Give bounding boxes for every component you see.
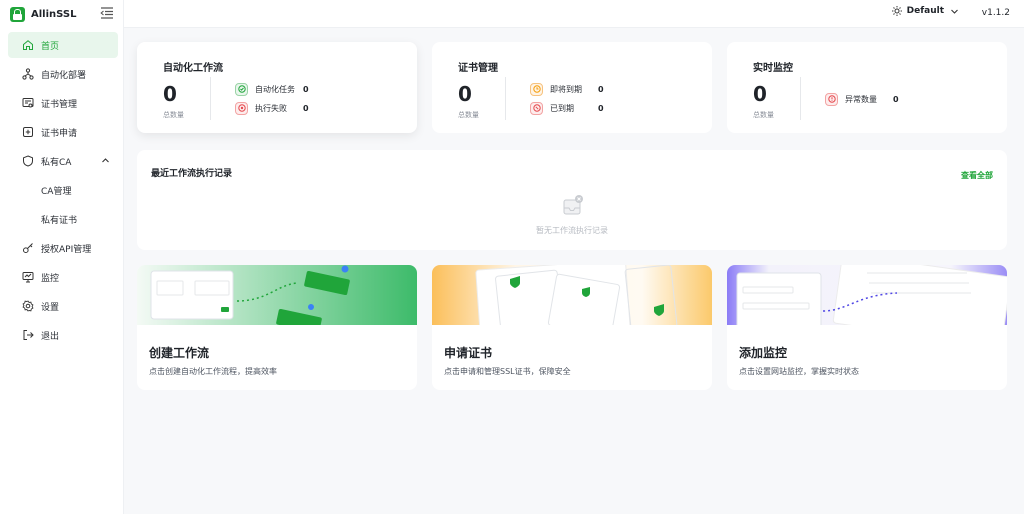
theme-selector[interactable]: Default <box>891 6 964 16</box>
sidebar-item-ca-manage[interactable]: CA管理 <box>8 177 118 203</box>
recent-records-panel: 最近工作流执行记录 查看全部 暂无工作流执行记录 <box>137 150 1007 250</box>
sidebar-item-label: 设置 <box>41 302 60 313</box>
divider <box>800 77 801 120</box>
sidebar-item-label: 授权API管理 <box>41 244 92 255</box>
stat-card-workflow: 自动化工作流 0 总数量 自动化任务 0 执行失败 0 <box>137 42 417 133</box>
quick-action-desc: 点击创建自动化工作流程，提高效率 <box>149 367 277 376</box>
alert-icon <box>825 92 838 106</box>
workflow-icon <box>22 68 34 80</box>
sidebar-item-logout[interactable]: 退出 <box>8 322 118 348</box>
top-bar: Default v1.1.2 <box>124 0 1024 28</box>
error-circle-icon <box>235 101 248 115</box>
stat-value: 0 <box>893 94 899 104</box>
quick-action-title: 创建工作流 <box>149 346 210 360</box>
stat-card-cert: 证书管理 0 总数量 即将到期 0 已到期 0 <box>432 42 712 133</box>
sidebar-item-cert-apply[interactable]: 证书申请 <box>8 119 118 145</box>
plus-square-icon <box>22 126 34 138</box>
sidebar-item-private-cert[interactable]: 私有证书 <box>8 206 118 232</box>
quick-action-desc: 点击申请和管理SSL证书，保障安全 <box>444 367 571 376</box>
sidebar-item-label: 证书申请 <box>41 128 78 139</box>
check-circle-icon <box>235 82 248 96</box>
sidebar-item-monitor[interactable]: 监控 <box>8 264 118 290</box>
quick-action-title: 添加监控 <box>739 346 788 360</box>
stat-label: 自动化任务 <box>255 84 295 94</box>
stat-abnormal-count[interactable]: 异常数量 0 <box>825 92 905 106</box>
sidebar-item-label: 首页 <box>41 41 60 52</box>
brand[interactable]: AllinSSL <box>10 4 76 24</box>
divider <box>505 77 506 120</box>
sidebar: AllinSSL 首页 自动化部署 证书管理 证书申请 私有CA CA管理 私有… <box>0 0 124 514</box>
total-label: 总数量 <box>458 111 479 119</box>
stat-label: 异常数量 <box>845 94 877 104</box>
sidebar-item-label: 私有CA <box>41 157 72 168</box>
version-label: v1.1.2 <box>981 8 1010 18</box>
sidebar-nav: 首页 自动化部署 证书管理 证书申请 私有CA CA管理 私有证书 授权API管… <box>8 32 118 351</box>
stat-exec-failed[interactable]: 执行失败 0 <box>235 101 315 115</box>
sidebar-item-private-ca[interactable]: 私有CA <box>8 148 118 174</box>
stat-value: 0 <box>303 84 309 94</box>
card-title: 实时监控 <box>753 63 793 74</box>
stat-expired[interactable]: 已到期 0 <box>530 101 610 115</box>
stat-value: 0 <box>598 84 604 94</box>
sidebar-item-label: 证书管理 <box>41 99 78 110</box>
stat-label: 即将到期 <box>550 84 582 94</box>
certificate-illustration <box>432 265 712 325</box>
sidebar-item-label: CA管理 <box>41 186 72 197</box>
quick-action-desc: 点击设置网站监控，掌握实时状态 <box>739 367 859 376</box>
sidebar-item-label: 监控 <box>41 273 60 284</box>
workflow-illustration <box>137 265 417 325</box>
sidebar-item-auto-deploy[interactable]: 自动化部署 <box>8 61 118 87</box>
total-count: 0 <box>753 82 767 106</box>
quick-create-workflow[interactable]: 创建工作流 点击创建自动化工作流程，提高效率 <box>137 265 417 390</box>
theme-label: Default <box>906 6 944 16</box>
sidebar-item-label: 自动化部署 <box>41 70 87 81</box>
stat-label: 已到期 <box>550 103 574 113</box>
monitor-icon <box>22 271 34 283</box>
sun-icon <box>891 6 902 16</box>
card-title: 证书管理 <box>458 63 498 74</box>
clock-icon <box>530 82 543 96</box>
home-icon <box>22 39 34 51</box>
stat-value: 0 <box>303 103 309 113</box>
divider <box>210 77 211 120</box>
stat-expiring-soon[interactable]: 即将到期 0 <box>530 82 610 96</box>
quick-apply-cert[interactable]: 申请证书 点击申请和管理SSL证书，保障安全 <box>432 265 712 390</box>
sidebar-item-label: 私有证书 <box>41 215 78 226</box>
app-name: AllinSSL <box>31 8 77 20</box>
sidebar-item-label: 退出 <box>41 331 60 342</box>
total-count: 0 <box>163 82 177 106</box>
total-label: 总数量 <box>753 111 774 119</box>
sidebar-item-home[interactable]: 首页 <box>8 32 118 58</box>
card-title: 自动化工作流 <box>163 63 223 74</box>
quick-action-title: 申请证书 <box>444 346 493 360</box>
total-count: 0 <box>458 82 472 106</box>
total-label: 总数量 <box>163 111 184 119</box>
gear-icon <box>22 300 34 312</box>
sidebar-item-settings[interactable]: 设置 <box>8 293 118 319</box>
chevron-down-icon <box>951 9 958 14</box>
quick-add-monitor[interactable]: 添加监控 点击设置网站监控，掌握实时状态 <box>727 265 1007 390</box>
empty-text: 暂无工作流执行记录 <box>536 226 608 235</box>
chevron-up-icon[interactable] <box>101 156 110 165</box>
section-title: 最近工作流执行记录 <box>151 169 233 179</box>
stat-value: 0 <box>598 103 604 113</box>
empty-inbox-icon <box>563 195 583 215</box>
sidebar-item-api-auth[interactable]: 授权API管理 <box>8 235 118 261</box>
expired-icon <box>530 101 543 115</box>
key-icon <box>22 242 34 254</box>
stat-card-monitor: 实时监控 0 总数量 异常数量 0 <box>727 42 1007 133</box>
shield-icon <box>22 155 34 167</box>
stat-auto-tasks[interactable]: 自动化任务 0 <box>235 82 315 96</box>
sidebar-item-cert-manage[interactable]: 证书管理 <box>8 90 118 116</box>
stat-label: 执行失败 <box>255 103 287 113</box>
monitor-illustration <box>727 265 1007 325</box>
allinssl-logo <box>10 6 25 22</box>
view-all-link[interactable]: 查看全部 <box>961 170 993 181</box>
certificate-icon <box>22 97 34 109</box>
collapse-sidebar-icon[interactable] <box>100 7 114 19</box>
logout-icon <box>22 329 34 341</box>
